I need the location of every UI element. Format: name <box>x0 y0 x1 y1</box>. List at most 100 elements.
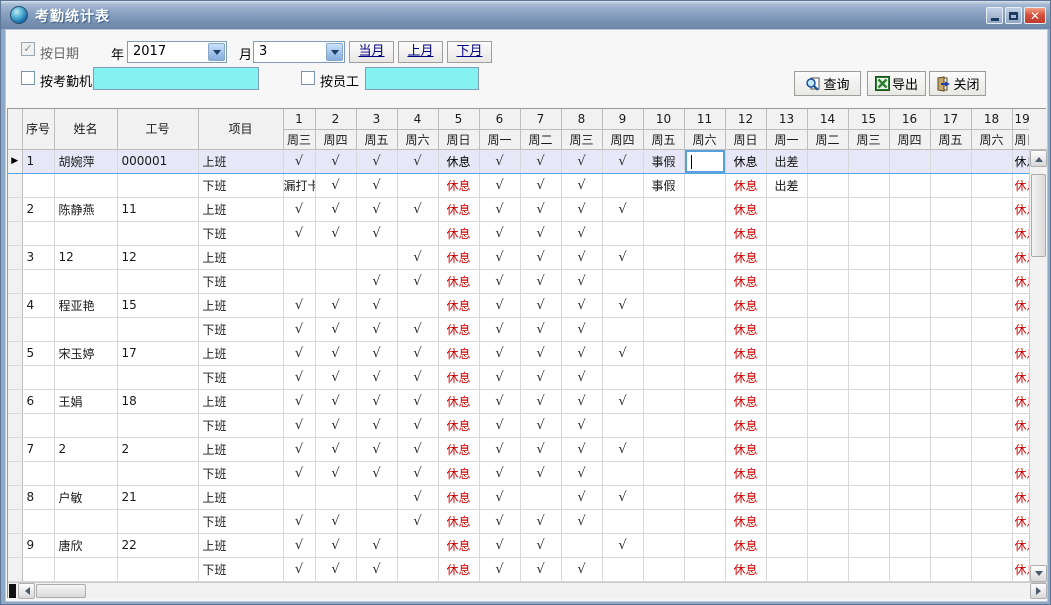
grid-cell[interactable] <box>971 557 1012 581</box>
grid-cell[interactable] <box>315 485 356 509</box>
grid-cell[interactable]: √ <box>283 461 315 485</box>
grid-cell[interactable]: √ <box>520 317 561 341</box>
grid-cell[interactable] <box>684 221 725 245</box>
grid-cell[interactable] <box>684 509 725 533</box>
grid-cell[interactable]: √ <box>520 533 561 557</box>
grid-cell[interactable] <box>684 557 725 581</box>
grid-cell[interactable]: √ <box>315 317 356 341</box>
grid-cell[interactable] <box>766 245 807 269</box>
row-stub[interactable] <box>8 557 22 581</box>
grid-cell[interactable] <box>930 533 971 557</box>
grid-cell[interactable] <box>643 557 684 581</box>
shift-cell[interactable]: 下班 <box>198 221 283 245</box>
grid-cell[interactable] <box>684 413 725 437</box>
grid-cell[interactable] <box>643 509 684 533</box>
name-cell[interactable]: 程亚艳 <box>54 293 117 317</box>
name-cell[interactable] <box>54 173 117 197</box>
grid-cell[interactable] <box>930 389 971 413</box>
grid-cell[interactable] <box>971 269 1012 293</box>
grid-cell[interactable] <box>807 509 848 533</box>
grid-cell[interactable]: √ <box>315 389 356 413</box>
grid-cell[interactable]: 休息 <box>725 149 766 173</box>
grid-cell[interactable] <box>930 269 971 293</box>
employee-id-cell[interactable] <box>117 173 198 197</box>
grid-cell[interactable]: √ <box>479 557 520 581</box>
grid-cell[interactable] <box>643 317 684 341</box>
by-employee-checkbox[interactable] <box>301 71 315 85</box>
grid-cell[interactable]: √ <box>315 509 356 533</box>
grid-cell[interactable] <box>397 293 438 317</box>
grid-cell[interactable] <box>643 413 684 437</box>
grid-cell[interactable]: √ <box>397 197 438 221</box>
grid-cell[interactable]: √ <box>561 317 602 341</box>
seq-cell[interactable]: 5 <box>22 341 54 365</box>
grid-cell[interactable] <box>766 461 807 485</box>
grid-cell[interactable]: 休息 <box>725 317 766 341</box>
grid-cell[interactable]: √ <box>602 437 643 461</box>
grid-cell[interactable] <box>684 269 725 293</box>
employee-id-cell[interactable]: 12 <box>117 245 198 269</box>
grid-cell[interactable] <box>930 341 971 365</box>
cell-editor[interactable] <box>685 150 725 173</box>
grid-cell[interactable] <box>766 533 807 557</box>
grid-cell[interactable] <box>889 221 930 245</box>
employee-id-cell[interactable]: 18 <box>117 389 198 413</box>
grid-cell[interactable] <box>807 365 848 389</box>
grid-cell[interactable]: √ <box>356 197 397 221</box>
row-stub[interactable] <box>8 317 22 341</box>
grid-cell[interactable]: √ <box>315 341 356 365</box>
grid-cell[interactable]: √ <box>602 485 643 509</box>
grid-cell[interactable] <box>889 197 930 221</box>
name-cell[interactable] <box>54 557 117 581</box>
scroll-left-button[interactable] <box>18 583 35 599</box>
grid-cell[interactable]: 休息 <box>1012 557 1029 581</box>
title-bar[interactable]: 考勤统计表 ✕ <box>1 1 1050 29</box>
grid-cell[interactable] <box>807 269 848 293</box>
row-stub[interactable] <box>8 341 22 365</box>
name-cell[interactable]: 胡婉萍 <box>54 149 117 173</box>
grid-cell[interactable]: 休息 <box>438 509 479 533</box>
employee-id-cell[interactable] <box>117 413 198 437</box>
grid-cell[interactable]: √ <box>479 197 520 221</box>
grid-cell[interactable] <box>930 485 971 509</box>
grid-cell[interactable]: √ <box>315 437 356 461</box>
grid-cell[interactable]: 休息 <box>725 413 766 437</box>
grid-cell[interactable]: 休息 <box>438 365 479 389</box>
row-stub[interactable] <box>8 173 22 197</box>
grid-cell[interactable]: 休息 <box>725 437 766 461</box>
grid-cell[interactable] <box>602 557 643 581</box>
grid-cell[interactable] <box>643 221 684 245</box>
row-stub[interactable] <box>8 269 22 293</box>
grid-cell[interactable]: 休息 <box>725 197 766 221</box>
shift-cell[interactable]: 下班 <box>198 509 283 533</box>
grid-cell[interactable] <box>766 221 807 245</box>
grid-cell[interactable] <box>602 269 643 293</box>
grid-cell[interactable] <box>283 269 315 293</box>
seq-cell[interactable] <box>22 269 54 293</box>
grid-cell[interactable]: 休息 <box>1012 245 1029 269</box>
current-month-button[interactable]: 当月 <box>349 41 394 63</box>
grid-cell[interactable]: √ <box>561 221 602 245</box>
grid-cell[interactable]: 事假 <box>643 149 684 173</box>
grid-cell[interactable] <box>930 365 971 389</box>
grid-cell[interactable]: 休息 <box>1012 413 1029 437</box>
row-stub[interactable] <box>8 533 22 557</box>
grid-cell[interactable]: 休息 <box>438 533 479 557</box>
grid-cell[interactable] <box>971 365 1012 389</box>
grid-cell[interactable] <box>971 173 1012 197</box>
grid-cell[interactable]: √ <box>315 365 356 389</box>
shift-cell[interactable]: 上班 <box>198 341 283 365</box>
grid-cell[interactable]: √ <box>561 509 602 533</box>
name-cell[interactable]: 2 <box>54 437 117 461</box>
grid-cell[interactable]: √ <box>356 461 397 485</box>
shift-cell[interactable]: 下班 <box>198 317 283 341</box>
seq-cell[interactable] <box>22 173 54 197</box>
grid-cell[interactable] <box>848 173 889 197</box>
seq-cell[interactable] <box>22 221 54 245</box>
scroll-down-button[interactable] <box>1030 565 1047 582</box>
grid-cell[interactable]: 休息 <box>438 557 479 581</box>
device-input[interactable] <box>93 67 259 90</box>
grid-cell[interactable] <box>971 413 1012 437</box>
grid-cell[interactable]: 休息 <box>438 317 479 341</box>
grid-cell[interactable]: 休息 <box>725 461 766 485</box>
